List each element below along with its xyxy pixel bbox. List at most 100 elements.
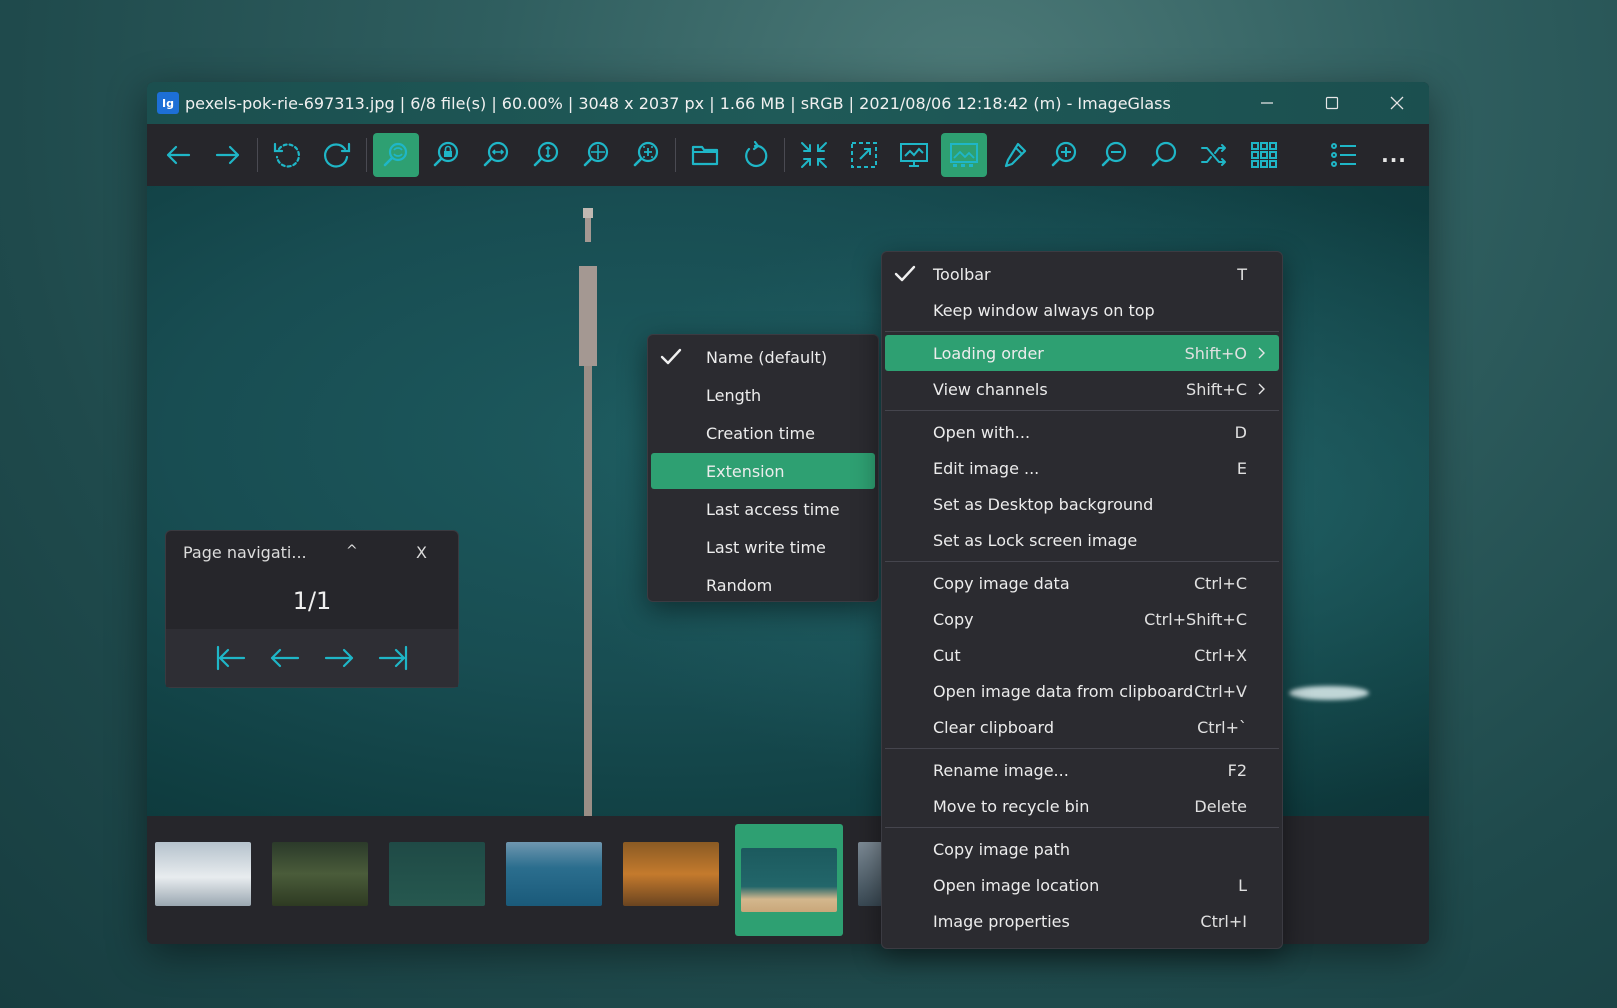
- shuffle-icon: [1201, 144, 1226, 166]
- menu-item-name-default[interactable]: Name (default): [651, 339, 875, 375]
- checkerboard-icon: [950, 143, 978, 167]
- scale-width-button[interactable]: [473, 133, 519, 177]
- toolbar-separator: [257, 138, 258, 172]
- menu-separator: [885, 561, 1279, 562]
- thumbnail-6-active[interactable]: [741, 848, 837, 912]
- close-window-button[interactable]: [1364, 82, 1429, 124]
- forward-button[interactable]: [205, 133, 251, 177]
- arrow-right-icon: [324, 648, 354, 668]
- menu-item-copy-image-path[interactable]: Copy image path: [885, 831, 1279, 867]
- menu-item-set-desktop-background[interactable]: Set as Desktop background: [885, 486, 1279, 522]
- menu-item-cut[interactable]: Cut Ctrl+X: [885, 637, 1279, 673]
- window-title: pexels-pok-rie-697313.jpg | 6/8 file(s) …: [185, 93, 1171, 113]
- menu-item-open-from-clipboard[interactable]: Open image data from clipboard Ctrl+V: [885, 673, 1279, 709]
- zoom-in-button[interactable]: [1041, 133, 1087, 177]
- menu-item-label: Copy image data: [933, 573, 1070, 593]
- logo-text: Ig: [162, 96, 174, 110]
- menu-item-edit-image[interactable]: Edit image ... E: [885, 450, 1279, 486]
- thumbnail-4[interactable]: [506, 842, 602, 906]
- menu-item-rename-image[interactable]: Rename image... F2: [885, 752, 1279, 788]
- thumbnail-5[interactable]: [623, 842, 719, 906]
- menu-separator: [885, 331, 1279, 332]
- refresh-icon: [745, 140, 768, 168]
- page-nav-controls: [166, 629, 458, 687]
- thumbnail-7[interactable]: [858, 842, 882, 906]
- menu-item-shortcut: D: [1234, 422, 1247, 442]
- menu-item-copy[interactable]: Copy Ctrl+Shift+C: [885, 601, 1279, 637]
- first-page-button[interactable]: [204, 638, 258, 678]
- close-panel-button[interactable]: X: [416, 543, 427, 562]
- menu-item-shortcut: Ctrl+Shift+C: [1144, 609, 1247, 629]
- color-picker-button[interactable]: [991, 133, 1037, 177]
- refresh-button[interactable]: [732, 133, 778, 177]
- menu-item-set-lock-screen[interactable]: Set as Lock screen image: [885, 522, 1279, 558]
- menu-item-length[interactable]: Length: [651, 377, 875, 413]
- slideshow-button[interactable]: [891, 133, 937, 177]
- checkerboard-button[interactable]: [941, 133, 987, 177]
- fullscreen-button[interactable]: [791, 133, 837, 177]
- pier-image: [579, 208, 597, 816]
- menu-item-open-with[interactable]: Open with... D: [885, 414, 1279, 450]
- more-button[interactable]: ...: [1371, 133, 1417, 177]
- menu-item-always-on-top[interactable]: Keep window always on top: [885, 292, 1279, 328]
- minimize-icon: [1260, 102, 1273, 104]
- menu-item-clear-clipboard[interactable]: Clear clipboard Ctrl+`: [885, 709, 1279, 745]
- scale-fill-button[interactable]: [623, 133, 669, 177]
- open-folder-icon: [691, 145, 719, 166]
- frameless-button[interactable]: [841, 133, 887, 177]
- arrow-left-icon: [166, 145, 191, 165]
- menu-item-last-write-time[interactable]: Last write time: [651, 529, 875, 565]
- thumbnail-2[interactable]: [272, 842, 368, 906]
- shuffle-button[interactable]: [1191, 133, 1237, 177]
- collapse-button[interactable]: ^: [346, 543, 358, 559]
- open-file-button[interactable]: [682, 133, 728, 177]
- auto-zoom-button[interactable]: [373, 133, 419, 177]
- menu-item-shortcut: E: [1236, 458, 1247, 478]
- menu-item-open-image-location[interactable]: Open image location L: [885, 867, 1279, 903]
- title-bar[interactable]: Ig pexels-pok-rie-697313.jpg | 6/8 file(…: [147, 82, 1429, 124]
- menu-item-label: Edit image ...: [933, 458, 1040, 478]
- scale-fit-button[interactable]: [573, 133, 619, 177]
- menu-item-label: Toolbar: [933, 264, 991, 284]
- menu-item-loading-order[interactable]: Loading order Shift+O: [885, 335, 1279, 371]
- menu-item-view-channels[interactable]: View channels Shift+C: [885, 371, 1279, 407]
- window-controls: [1234, 82, 1429, 124]
- color-picker-icon: [1004, 142, 1027, 168]
- menu-item-label: Last access time: [706, 499, 840, 519]
- menu-item-label: Last write time: [706, 537, 826, 557]
- thumbnail-1[interactable]: [155, 842, 251, 906]
- menu-item-toolbar[interactable]: Toolbar T: [885, 256, 1279, 292]
- menu-item-label: Name (default): [706, 347, 828, 367]
- next-page-button[interactable]: [312, 638, 366, 678]
- menu-item-creation-time[interactable]: Creation time: [651, 415, 875, 451]
- chevron-right-icon: [1258, 383, 1265, 395]
- back-button[interactable]: [155, 133, 201, 177]
- scale-height-button[interactable]: [523, 133, 569, 177]
- toolbar-separator: [784, 138, 785, 172]
- actual-size-button[interactable]: [1141, 133, 1187, 177]
- main-menu-button[interactable]: [1321, 133, 1367, 177]
- zoom-out-button[interactable]: [1091, 133, 1137, 177]
- thumbnail-3[interactable]: [389, 842, 485, 906]
- first-page-icon: [216, 645, 246, 671]
- minimize-button[interactable]: [1234, 82, 1299, 124]
- maximize-button[interactable]: [1299, 82, 1364, 124]
- previous-page-button[interactable]: [258, 638, 312, 678]
- gallery-button[interactable]: [1241, 133, 1287, 177]
- menu-item-copy-image-data[interactable]: Copy image data Ctrl+C: [885, 565, 1279, 601]
- rotate-left-button[interactable]: [264, 133, 310, 177]
- menu-item-last-access-time[interactable]: Last access time: [651, 491, 875, 527]
- arrow-left-icon: [270, 648, 300, 668]
- last-page-button[interactable]: [366, 638, 420, 678]
- checkmark-icon: [894, 265, 916, 282]
- lock-zoom-button[interactable]: [423, 133, 469, 177]
- imageglass-logo-icon: Ig: [157, 92, 179, 114]
- maximize-icon: [1325, 96, 1338, 110]
- menu-item-image-properties[interactable]: Image properties Ctrl+I: [885, 903, 1279, 939]
- page-navigation-panel: Page navigati... ^ X 1/1: [165, 530, 459, 688]
- menu-item-shortcut: Ctrl+`: [1197, 717, 1247, 737]
- menu-item-move-to-recycle-bin[interactable]: Move to recycle bin Delete: [885, 788, 1279, 824]
- menu-item-extension[interactable]: Extension: [651, 453, 875, 489]
- rotate-right-button[interactable]: [314, 133, 360, 177]
- menu-item-random[interactable]: Random: [651, 567, 875, 603]
